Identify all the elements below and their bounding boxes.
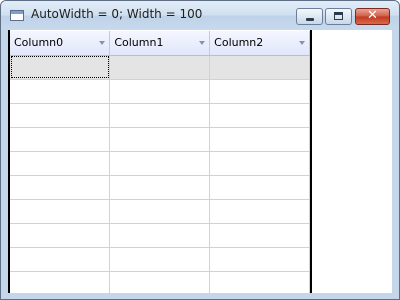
- column-header-label: Column1: [114, 36, 164, 50]
- table-row[interactable]: [10, 127, 310, 152]
- grid-cell[interactable]: [10, 127, 111, 152]
- dropdown-arrow-icon[interactable]: [299, 41, 305, 45]
- grid-cell[interactable]: [109, 247, 211, 272]
- grid-cell[interactable]: [209, 199, 310, 224]
- table-row[interactable]: [10, 103, 310, 128]
- table-row[interactable]: [10, 271, 310, 293]
- grid-cell[interactable]: [209, 247, 310, 272]
- grid-cell[interactable]: [109, 79, 211, 104]
- title-bar[interactable]: AutoWidth = 0; Width = 100 ✕: [1, 1, 399, 30]
- column-header-0[interactable]: Column0: [10, 31, 111, 56]
- grid-cell[interactable]: [10, 151, 111, 176]
- grid-cell[interactable]: [10, 103, 111, 128]
- grid-cell[interactable]: [209, 151, 310, 176]
- dropdown-arrow-icon[interactable]: [99, 41, 106, 45]
- window-icon[interactable]: [10, 10, 24, 21]
- grid-cell[interactable]: [10, 55, 111, 80]
- maximize-icon: [334, 12, 343, 20]
- column-header-label: Column0: [14, 36, 64, 50]
- dropdown-arrow-icon[interactable]: [199, 41, 206, 45]
- grid-border-right: [310, 30, 312, 293]
- grid-cell[interactable]: [10, 175, 111, 200]
- grid-cell[interactable]: [209, 103, 310, 128]
- grid-cell[interactable]: [209, 127, 310, 152]
- table-row[interactable]: [10, 55, 310, 80]
- grid-cell[interactable]: [209, 223, 310, 248]
- grid-cell[interactable]: [10, 271, 111, 293]
- grid-header-row: Column0 Column1 Column2: [10, 31, 310, 56]
- close-icon: ✕: [367, 8, 378, 23]
- table-row[interactable]: [10, 247, 310, 272]
- grid-cell[interactable]: [109, 175, 211, 200]
- grid-cell[interactable]: [209, 175, 310, 200]
- grid-cell[interactable]: [109, 127, 211, 152]
- app-window: AutoWidth = 0; Width = 100 ✕ Column0 Col…: [0, 0, 400, 300]
- grid-cell[interactable]: [209, 79, 310, 104]
- grid-cell[interactable]: [10, 79, 111, 104]
- table-row[interactable]: [10, 199, 310, 224]
- maximize-button[interactable]: [325, 8, 352, 25]
- grid-cell[interactable]: [209, 55, 310, 80]
- minimize-icon: [306, 18, 314, 21]
- grid-cell[interactable]: [209, 271, 310, 293]
- grid-cell[interactable]: [109, 271, 211, 293]
- table-row[interactable]: [10, 175, 310, 200]
- table-row[interactable]: [10, 151, 310, 176]
- grid-cell[interactable]: [109, 223, 211, 248]
- grid-cell[interactable]: [109, 151, 211, 176]
- column-header-label: Column2: [214, 36, 264, 50]
- grid-cell[interactable]: [10, 247, 111, 272]
- data-grid[interactable]: Column0 Column1 Column2: [10, 31, 310, 293]
- client-area: Column0 Column1 Column2: [8, 30, 392, 293]
- grid-cell[interactable]: [10, 223, 111, 248]
- window-title: AutoWidth = 0; Width = 100: [31, 7, 203, 21]
- grid-cell[interactable]: [109, 55, 211, 80]
- grid-cell[interactable]: [10, 199, 111, 224]
- table-row[interactable]: [10, 79, 310, 104]
- close-button[interactable]: ✕: [355, 8, 390, 25]
- column-header-1[interactable]: Column1: [109, 31, 211, 56]
- minimize-button[interactable]: [296, 8, 323, 25]
- table-row[interactable]: [10, 223, 310, 248]
- column-header-2[interactable]: Column2: [209, 31, 310, 56]
- grid-cell[interactable]: [109, 103, 211, 128]
- grid-cell[interactable]: [109, 199, 211, 224]
